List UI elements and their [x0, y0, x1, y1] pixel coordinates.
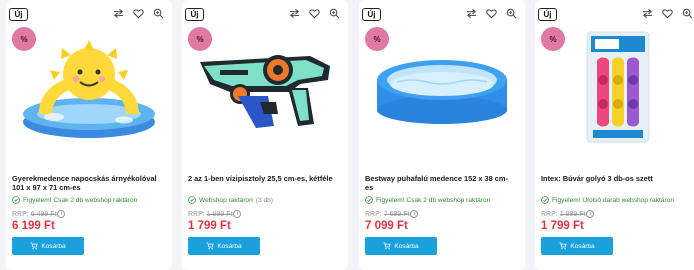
cart-icon: [30, 242, 39, 250]
add-to-cart-button[interactable]: Kosárba: [541, 237, 613, 255]
stock-text: Figyelem! Csak 2 db webshop raktáron: [23, 196, 138, 204]
check-circle-icon: [12, 196, 20, 204]
product-title[interactable]: Bestway puhafalú medence 152 x 38 cm-es: [365, 174, 515, 193]
zoom-icon[interactable]: [506, 8, 517, 19]
product-grid: Új % Gyerekmedence napocskás árnyékolóva…: [0, 0, 694, 270]
new-badge: Új: [185, 8, 204, 21]
sale-price: 7 099 Ft: [365, 220, 408, 232]
wishlist-heart-icon[interactable]: [133, 8, 144, 19]
rrp-row: RRP: 1 999 Ft i: [188, 210, 242, 218]
product-card[interactable]: Új % Intex: Búvár golyó 3 db-os szett Fi…: [535, 0, 694, 270]
compare-icon[interactable]: [289, 8, 300, 19]
sale-price: 1 799 Ft: [188, 220, 231, 232]
zoom-icon[interactable]: [682, 8, 693, 19]
rrp-row: RRP: 7 699 Ft i: [365, 210, 419, 218]
add-to-cart-button[interactable]: Kosárba: [365, 237, 437, 255]
rrp-label: RRP:: [541, 210, 558, 218]
zoom-icon[interactable]: [153, 8, 164, 19]
zoom-icon[interactable]: [329, 8, 340, 19]
stock-text: Figyelem! Csak 2 db webshop raktáron: [376, 196, 491, 204]
add-to-cart-label: Kosárba: [570, 242, 595, 250]
product-card[interactable]: Új % Gyerekmedence napocskás árnyékolóva…: [6, 0, 172, 270]
card-actions: [289, 8, 340, 19]
sale-badge: %: [541, 27, 565, 51]
rrp-price: 1 999 Ft: [206, 210, 233, 218]
sale-price: 6 199 Ft: [12, 220, 55, 232]
rrp-label: RRP:: [365, 210, 382, 218]
rrp-row: RRP: 1 999 Ft i: [541, 210, 595, 218]
sale-badge: %: [12, 27, 36, 51]
add-to-cart-label: Kosárba: [217, 242, 242, 250]
check-circle-icon: [541, 196, 549, 204]
sale-price: 1 799 Ft: [541, 220, 584, 232]
sale-badge: %: [365, 27, 389, 51]
check-circle-icon: [365, 196, 373, 204]
new-badge: Új: [362, 8, 381, 21]
stock-text: Figyelem! Utolsó darab webshop raktáron: [552, 196, 675, 204]
add-to-cart-button[interactable]: Kosárba: [188, 237, 260, 255]
wishlist-heart-icon[interactable]: [486, 8, 497, 19]
compare-icon[interactable]: [113, 8, 124, 19]
cart-icon: [206, 242, 215, 250]
new-badge: Új: [9, 8, 28, 21]
product-image[interactable]: [367, 22, 517, 147]
add-to-cart-label: Kosárba: [394, 242, 419, 250]
product-title[interactable]: 2 az 1-ben vízipisztoly 25,5 cm-es, kétf…: [188, 174, 338, 183]
cart-icon: [559, 242, 568, 250]
stock-status: Webshop raktáron (3 db): [188, 196, 346, 204]
product-card[interactable]: Új % 2 az 1-ben vízipisztoly 25,5 cm-es,…: [182, 0, 348, 270]
wishlist-heart-icon[interactable]: [309, 8, 320, 19]
rrp-price: 1 999 Ft: [559, 210, 586, 218]
new-badge: Új: [538, 8, 557, 21]
stock-status: Figyelem! Utolsó darab webshop raktáron: [541, 196, 694, 204]
product-title[interactable]: Gyerekmedence napocskás árnyékolóval 101…: [12, 174, 162, 193]
stock-count: (3 db): [255, 196, 273, 204]
stock-text: Webshop raktáron: [199, 196, 253, 204]
compare-icon[interactable]: [466, 8, 477, 19]
product-image[interactable]: [543, 22, 693, 147]
card-actions: [642, 8, 693, 19]
check-circle-icon: [188, 196, 196, 204]
wishlist-heart-icon[interactable]: [662, 8, 673, 19]
card-actions: [466, 8, 517, 19]
rrp-label: RRP:: [12, 210, 29, 218]
rrp-price: 6 499 Ft: [30, 210, 57, 218]
product-title[interactable]: Intex: Búvár golyó 3 db-os szett: [541, 174, 691, 183]
info-icon[interactable]: i: [233, 210, 242, 218]
add-to-cart-label: Kosárba: [41, 242, 66, 250]
sale-badge: %: [188, 27, 212, 51]
rrp-label: RRP:: [188, 210, 205, 218]
rrp-row: RRP: 6 499 Ft i: [12, 210, 66, 218]
compare-icon[interactable]: [642, 8, 653, 19]
info-icon[interactable]: i: [586, 210, 595, 218]
card-actions: [113, 8, 164, 19]
stock-status: Figyelem! Csak 2 db webshop raktáron: [365, 196, 523, 204]
product-card[interactable]: Új % Bestway puhafalú medence 152 x 38 c…: [359, 0, 525, 270]
stock-status: Figyelem! Csak 2 db webshop raktáron: [12, 196, 170, 204]
product-image[interactable]: [14, 22, 164, 147]
cart-icon: [383, 242, 392, 250]
info-icon[interactable]: i: [57, 210, 66, 218]
add-to-cart-button[interactable]: Kosárba: [12, 237, 84, 255]
product-image[interactable]: [190, 22, 340, 147]
info-icon[interactable]: i: [410, 210, 419, 218]
rrp-price: 7 699 Ft: [383, 210, 410, 218]
